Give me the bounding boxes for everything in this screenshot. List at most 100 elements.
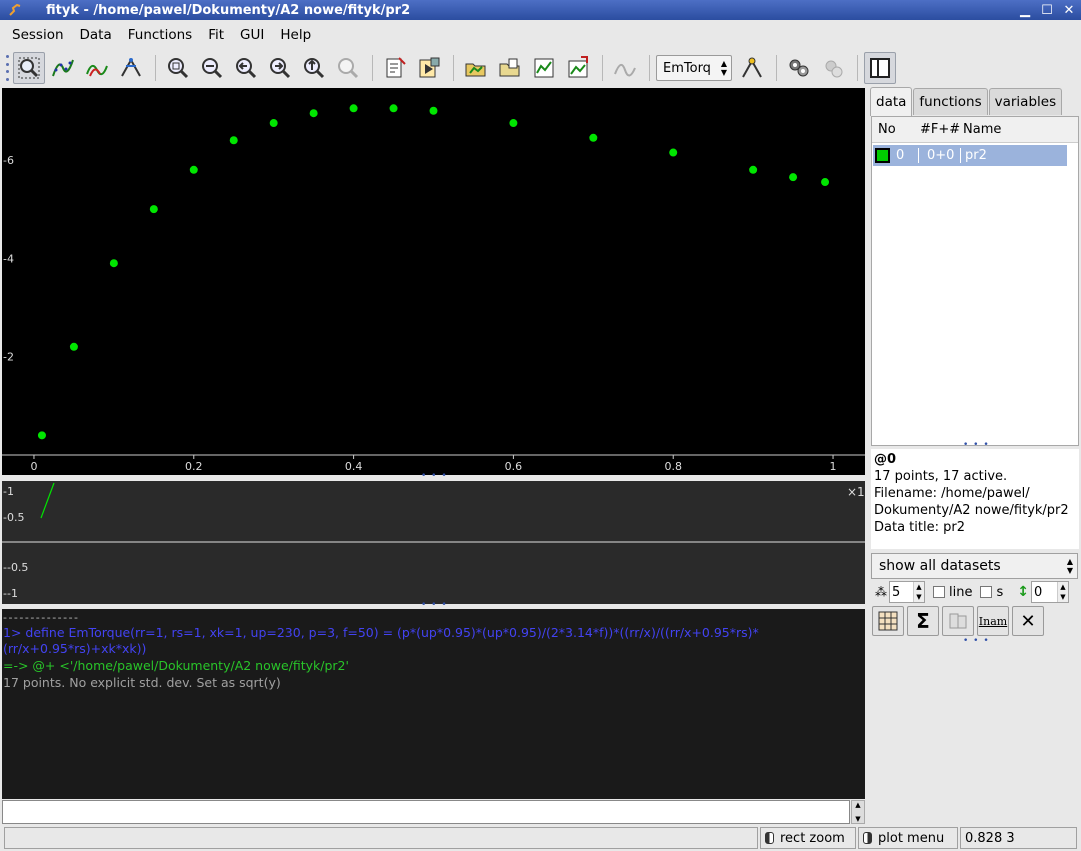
column-name[interactable]: Name (962, 122, 1001, 137)
toolbar-separator (372, 55, 373, 81)
shift-spinner[interactable]: 0 ▲ ▼ (1030, 581, 1069, 603)
zoom-fit-icon[interactable] (298, 52, 330, 84)
data-point[interactable] (821, 178, 830, 187)
menu-gui[interactable]: GUI (232, 25, 272, 45)
tab-data[interactable]: data (870, 87, 913, 116)
open-session-icon[interactable] (494, 52, 526, 84)
main-plot[interactable]: 0 0.2 0.4 0.6 0.8 1 -2 -4 -6 (2, 88, 865, 475)
open-data-icon[interactable] (460, 52, 492, 84)
status-menu: plot menu (858, 827, 958, 849)
zoom-next-icon[interactable] (264, 52, 296, 84)
edit-script-icon[interactable] (379, 52, 411, 84)
zoom-prev-icon[interactable] (230, 52, 262, 84)
splitter-handle[interactable]: • • • (421, 471, 448, 481)
data-point[interactable] (349, 104, 358, 113)
zoom-vertical-icon[interactable] (196, 52, 228, 84)
menu-functions[interactable]: Functions (120, 25, 200, 45)
zoom-all-icon[interactable] (162, 52, 194, 84)
rename-icon[interactable]: Inam (977, 606, 1009, 636)
data-point[interactable] (269, 119, 278, 128)
toolbar-separator (155, 55, 156, 81)
output-console[interactable]: - - - - - - - - - - - - - - 1> define Em… (2, 609, 865, 799)
zoom-rect-icon[interactable] (13, 52, 45, 84)
add-data-icon[interactable] (47, 52, 79, 84)
line-checkbox[interactable] (933, 586, 945, 598)
toolbar-grip[interactable] (3, 53, 11, 83)
table-grid-icon[interactable] (872, 606, 904, 636)
point-size-spinner[interactable]: 5 ▲ ▼ (889, 581, 925, 603)
dataset-color-swatch[interactable] (875, 148, 890, 163)
data-point[interactable] (149, 205, 158, 214)
x-tick-label: 0.6 (505, 460, 523, 473)
console-separator: - - - - - - - - - - - - - - (3, 611, 78, 624)
move-peak-icon[interactable] (115, 52, 147, 84)
data-point[interactable] (37, 431, 46, 440)
export-plot-icon[interactable] (562, 52, 594, 84)
column-functions[interactable]: #F+# (920, 122, 962, 137)
data-point[interactable] (789, 173, 798, 182)
s-label: s (996, 584, 1004, 600)
start-fit-icon[interactable] (783, 52, 815, 84)
data-point[interactable] (589, 133, 598, 142)
dataset-list[interactable]: No #F+# Name 0 0+0 pr2 (871, 116, 1079, 446)
add-peak-icon[interactable] (81, 52, 113, 84)
function-type-value: EmTorq (663, 60, 711, 76)
maximize-button[interactable]: ☐ (1037, 1, 1057, 19)
splitter-handle[interactable]: • • • (963, 636, 990, 646)
minimize-button[interactable]: ▁ (1015, 1, 1035, 19)
plot-data-icon[interactable] (528, 52, 560, 84)
delete-icon[interactable]: ✕ (1012, 606, 1044, 636)
data-point[interactable] (189, 165, 198, 174)
data-point[interactable] (109, 259, 118, 268)
command-input[interactable] (2, 800, 850, 824)
sum-icon[interactable]: Σ (907, 606, 939, 636)
data-point[interactable] (429, 106, 438, 115)
menu-data[interactable]: Data (72, 25, 120, 45)
dataset-filter-select[interactable]: show all datasets ▲ ▼ (871, 553, 1078, 579)
menu-session[interactable]: Session (4, 25, 72, 45)
s-checkbox[interactable] (980, 586, 993, 598)
aux-scale-label[interactable]: ×1 (847, 485, 865, 499)
status-mode: rect zoom (760, 827, 856, 849)
sidebar-tabs: data functions variables (870, 87, 1063, 116)
data-point[interactable] (389, 104, 398, 113)
dataset-no: 0 (896, 148, 905, 163)
spinner-arrows-icon[interactable]: ▲ ▼ (913, 582, 924, 602)
dataset-row[interactable]: 0 0+0 pr2 (873, 145, 1067, 166)
status-mode-label: rect zoom (780, 830, 845, 846)
sidebar-toggle-icon[interactable] (864, 52, 896, 84)
display-options: ⁂ 5 ▲ ▼ line s ↕ 0 ▲ ▼ (871, 580, 1078, 604)
menu-bar: Session Data Functions Fit GUI Help (0, 23, 319, 47)
menu-help[interactable]: Help (272, 25, 319, 45)
fityk-app-icon[interactable] (6, 1, 24, 19)
dataset-info: @0 17 points, 17 active. Filename: /home… (871, 449, 1079, 549)
run-script-icon[interactable] (413, 52, 445, 84)
point-size-icon: ⁂ (875, 585, 887, 599)
data-point[interactable] (69, 342, 78, 351)
data-point[interactable] (669, 148, 678, 157)
data-point[interactable] (509, 119, 518, 128)
info-id: @0 (874, 452, 897, 467)
main-plot-svg[interactable]: 0 0.2 0.4 0.6 0.8 1 -2 -4 -6 (2, 88, 865, 475)
console-line-info: =-> @+ <'/home/pawel/Dokumenty/A2 nowe/f… (3, 658, 349, 673)
residual-plot[interactable]: -1 -0.5 --0.5 --1 ×1 (2, 481, 865, 604)
input-scrollbar[interactable]: ▲ ▼ (851, 800, 865, 824)
status-text (4, 827, 758, 849)
close-button[interactable]: ✕ (1059, 1, 1079, 19)
spinner-arrows-icon[interactable]: ▲ ▼ (1056, 582, 1068, 602)
shift-icon: ↕ (1017, 584, 1029, 600)
data-point[interactable] (749, 165, 758, 174)
data-point[interactable] (229, 136, 238, 145)
y-tick-label: -2 (3, 351, 14, 364)
aux-y-tick: --0.5 (3, 561, 28, 574)
toolbar-separator (776, 55, 777, 81)
undo-fit-icon (817, 52, 849, 84)
tab-functions[interactable]: functions (913, 88, 988, 115)
y-tick-label: -6 (3, 154, 14, 167)
function-type-combo[interactable]: EmTorq ▲ ▼ (656, 55, 732, 81)
column-no[interactable]: No (872, 122, 920, 137)
menu-fit[interactable]: Fit (200, 25, 232, 45)
data-point[interactable] (309, 109, 318, 118)
tab-variables[interactable]: variables (988, 88, 1063, 115)
guess-peak-icon[interactable] (736, 52, 768, 84)
